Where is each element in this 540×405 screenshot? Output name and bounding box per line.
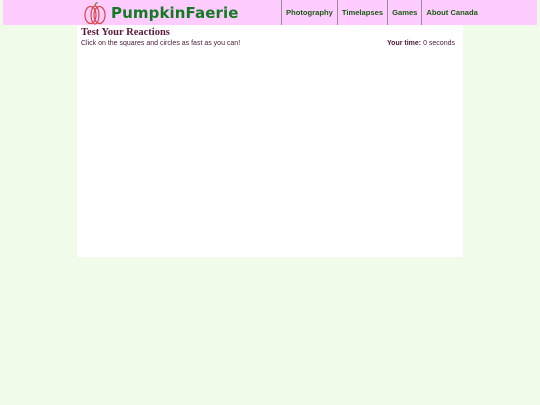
page-title: Test Your Reactions xyxy=(81,27,170,38)
timer-label: Your time: xyxy=(387,40,422,47)
nav-games[interactable]: Games xyxy=(387,0,421,25)
nav-photography[interactable]: Photography xyxy=(281,0,337,25)
pumpkin-icon xyxy=(83,1,107,25)
nav-about-canada[interactable]: About Canada xyxy=(421,0,484,25)
main-nav: Photography Timelapses Games About Canad… xyxy=(281,0,485,25)
header: PumpkinFaerie Photography Timelapses Gam… xyxy=(3,0,537,25)
brand-name: PumpkinFaerie xyxy=(111,3,239,22)
instructions-text: Click on the squares and circles as fast… xyxy=(81,40,241,47)
timer-readout: Your time: 0 seconds xyxy=(387,40,455,47)
brand-link[interactable]: PumpkinFaerie xyxy=(83,0,239,25)
nav-timelapses[interactable]: Timelapses xyxy=(336,0,387,25)
game-area[interactable] xyxy=(81,53,459,253)
timer-value: 0 seconds xyxy=(423,40,455,47)
page: PumpkinFaerie Photography Timelapses Gam… xyxy=(0,0,540,405)
content-panel: Test Your Reactions Click on the squares… xyxy=(77,25,463,257)
